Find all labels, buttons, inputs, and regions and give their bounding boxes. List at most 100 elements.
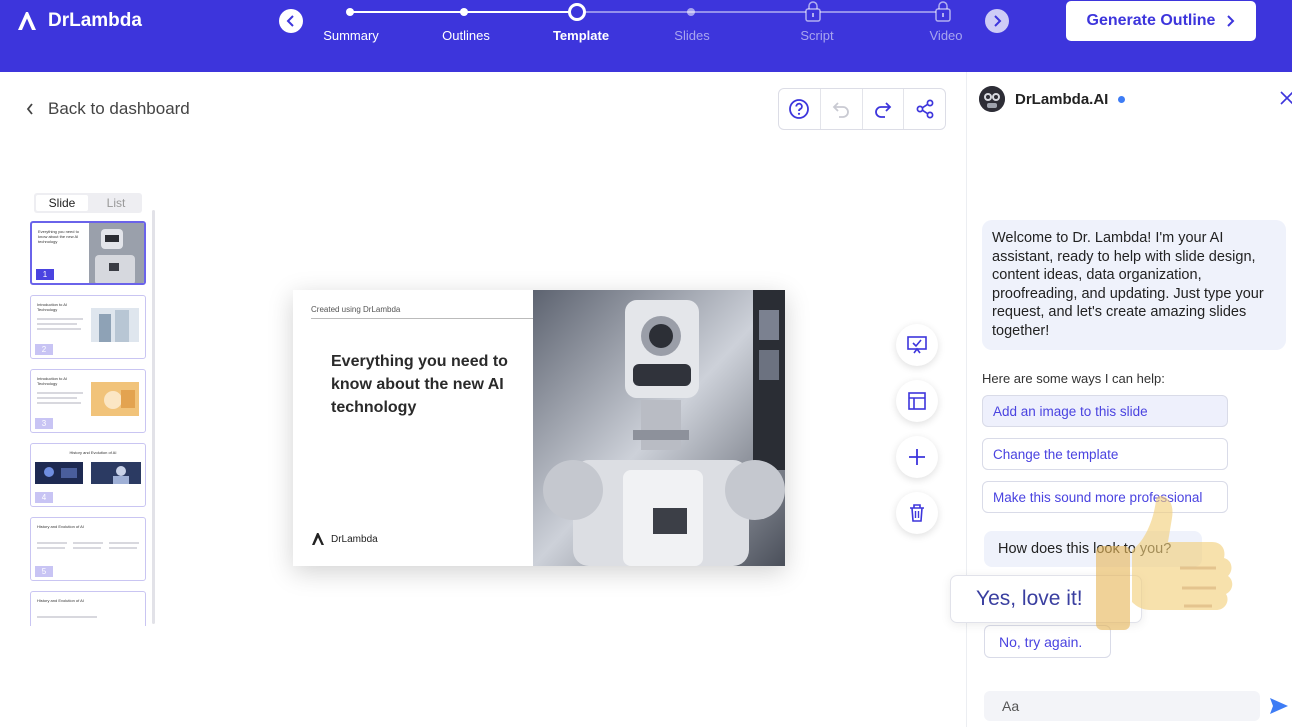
stepper-line-pending: [576, 11, 944, 13]
suggestion-change-template[interactable]: Change the template: [982, 438, 1228, 470]
lambda-logo-icon: [312, 533, 324, 545]
thumbnail-title: Everything you need to know about the ne…: [38, 229, 79, 244]
thumbnail-number: 3: [35, 418, 53, 429]
suggestion-add-image[interactable]: Add an image to this slide: [982, 395, 1228, 427]
robot-avatar-icon: [979, 86, 1005, 112]
back-label: Back to dashboard: [48, 99, 190, 118]
thumbnail-number: 4: [35, 492, 53, 503]
help-label: Here are some ways I can help:: [982, 371, 1165, 386]
text-line: [109, 542, 139, 544]
thumbnail-number: 2: [35, 344, 53, 355]
thumbnail-title: Introduction to AI Technology: [37, 302, 68, 312]
close-icon[interactable]: [1279, 90, 1292, 106]
slide-canvas[interactable]: Created using DrLambda Everything you ne…: [293, 290, 785, 566]
thumbnail-title: History and Evolution of AI: [69, 450, 117, 455]
thumbnail-number: 1: [36, 269, 54, 280]
step-summary-node[interactable]: [346, 8, 354, 16]
building-image: [91, 308, 139, 342]
thumbnail-number: 5: [35, 566, 53, 577]
view-toggle: Slide List: [34, 193, 142, 213]
slide-thumbnail[interactable]: Introduction to AI Technology 3: [30, 369, 146, 433]
text-line: [37, 328, 81, 330]
view-slide-tab[interactable]: Slide: [36, 195, 88, 211]
trash-icon: [910, 504, 924, 522]
editor-toolbar: [778, 88, 946, 130]
step-slides-label[interactable]: Slides: [674, 28, 709, 43]
step-video-label: Video: [929, 28, 963, 43]
text-line: [37, 392, 83, 394]
text-line: [37, 397, 77, 399]
help-button[interactable]: [779, 89, 821, 129]
text-line: [37, 547, 65, 549]
slide-thumbnail[interactable]: Introduction to AI Technology 2: [30, 295, 146, 359]
slide-side-tools: [896, 324, 940, 548]
text-line: [37, 402, 81, 404]
text-line: [37, 318, 83, 320]
top-bar: DrLambda Summary Outlines Template Slide…: [0, 0, 1292, 72]
view-list-tab[interactable]: List: [90, 193, 142, 213]
script-lock-icon: [804, 0, 822, 27]
text-line: [37, 323, 77, 325]
redo-icon: [875, 102, 892, 118]
step-script-label: Script: [800, 28, 834, 43]
chat-input[interactable]: [984, 691, 1260, 721]
tech-image: [35, 462, 83, 484]
text-line: [73, 547, 101, 549]
thumbnail-title: History and Evolution of AI: [37, 598, 84, 603]
robot-image[interactable]: [533, 290, 785, 566]
slide-thumbnail[interactable]: History and Evolution of AI 4: [30, 443, 146, 507]
assistant-welcome-message: Welcome to Dr. Lambda! I'm your AI assis…: [982, 220, 1286, 350]
redo-button[interactable]: [863, 89, 905, 129]
chevron-right-icon: [1227, 15, 1235, 27]
thumbnail-scrollbar[interactable]: [152, 210, 155, 624]
share-icon: [916, 99, 934, 119]
back-to-dashboard-link[interactable]: Back to dashboard: [26, 99, 190, 119]
text-line: [37, 542, 67, 544]
robot-image: [89, 223, 144, 283]
send-icon[interactable]: [1269, 697, 1289, 715]
hand-image: [91, 382, 139, 416]
assistant-avatar: [979, 86, 1005, 112]
slide-brand: DrLambda: [311, 532, 378, 546]
online-status-dot: [1118, 95, 1126, 103]
text-line: [37, 616, 97, 618]
video-lock-icon: [934, 0, 952, 27]
step-summary-label[interactable]: Summary: [323, 28, 379, 43]
slide-thumbnail[interactable]: History and Evolution of AI 6: [30, 591, 146, 626]
generate-outline-button[interactable]: Generate Outline: [1066, 1, 1256, 41]
presentation-check-icon: [907, 336, 927, 354]
person-image: [91, 462, 141, 484]
undo-icon: [832, 102, 849, 118]
step-slides-node[interactable]: [687, 8, 695, 16]
text-line: [73, 542, 103, 544]
layout-button[interactable]: [896, 380, 938, 422]
chevron-right-icon: [994, 15, 1002, 27]
thumbnail-title: History and Evolution of AI: [37, 524, 84, 529]
add-slide-button[interactable]: [896, 436, 938, 478]
share-button[interactable]: [904, 89, 945, 129]
present-button[interactable]: [896, 324, 938, 366]
delete-slide-button[interactable]: [896, 492, 938, 534]
chevron-left-icon: [26, 103, 33, 115]
thumbnail-title: Introduction to AI Technology: [37, 376, 68, 386]
step-template-node[interactable]: [568, 3, 586, 21]
slide-divider: [311, 318, 533, 319]
assistant-name: DrLambda.AI: [1015, 90, 1109, 108]
layout-icon: [908, 392, 926, 410]
slide-title[interactable]: Everything you need to know about the ne…: [331, 350, 531, 419]
chat-header: DrLambda.AI: [979, 86, 1126, 112]
slide-thumbnail[interactable]: Everything you need to know about the ne…: [30, 221, 146, 285]
thumbs-up-icon: [1096, 496, 1233, 630]
next-step-button[interactable]: [985, 9, 1009, 33]
slide-created-text: Created using DrLambda: [311, 305, 401, 314]
step-outlines-label[interactable]: Outlines: [442, 28, 490, 43]
step-outlines-node[interactable]: [460, 8, 468, 16]
slide-brand-name: DrLambda: [331, 533, 378, 545]
text-line: [109, 547, 137, 549]
help-icon: [789, 99, 810, 119]
slide-thumbnail[interactable]: History and Evolution of AI 5: [30, 517, 146, 581]
slide-thumbnails: Everything you need to know about the ne…: [30, 221, 148, 626]
plus-icon: [909, 449, 925, 465]
step-template-label[interactable]: Template: [553, 28, 609, 43]
undo-button[interactable]: [821, 89, 863, 129]
